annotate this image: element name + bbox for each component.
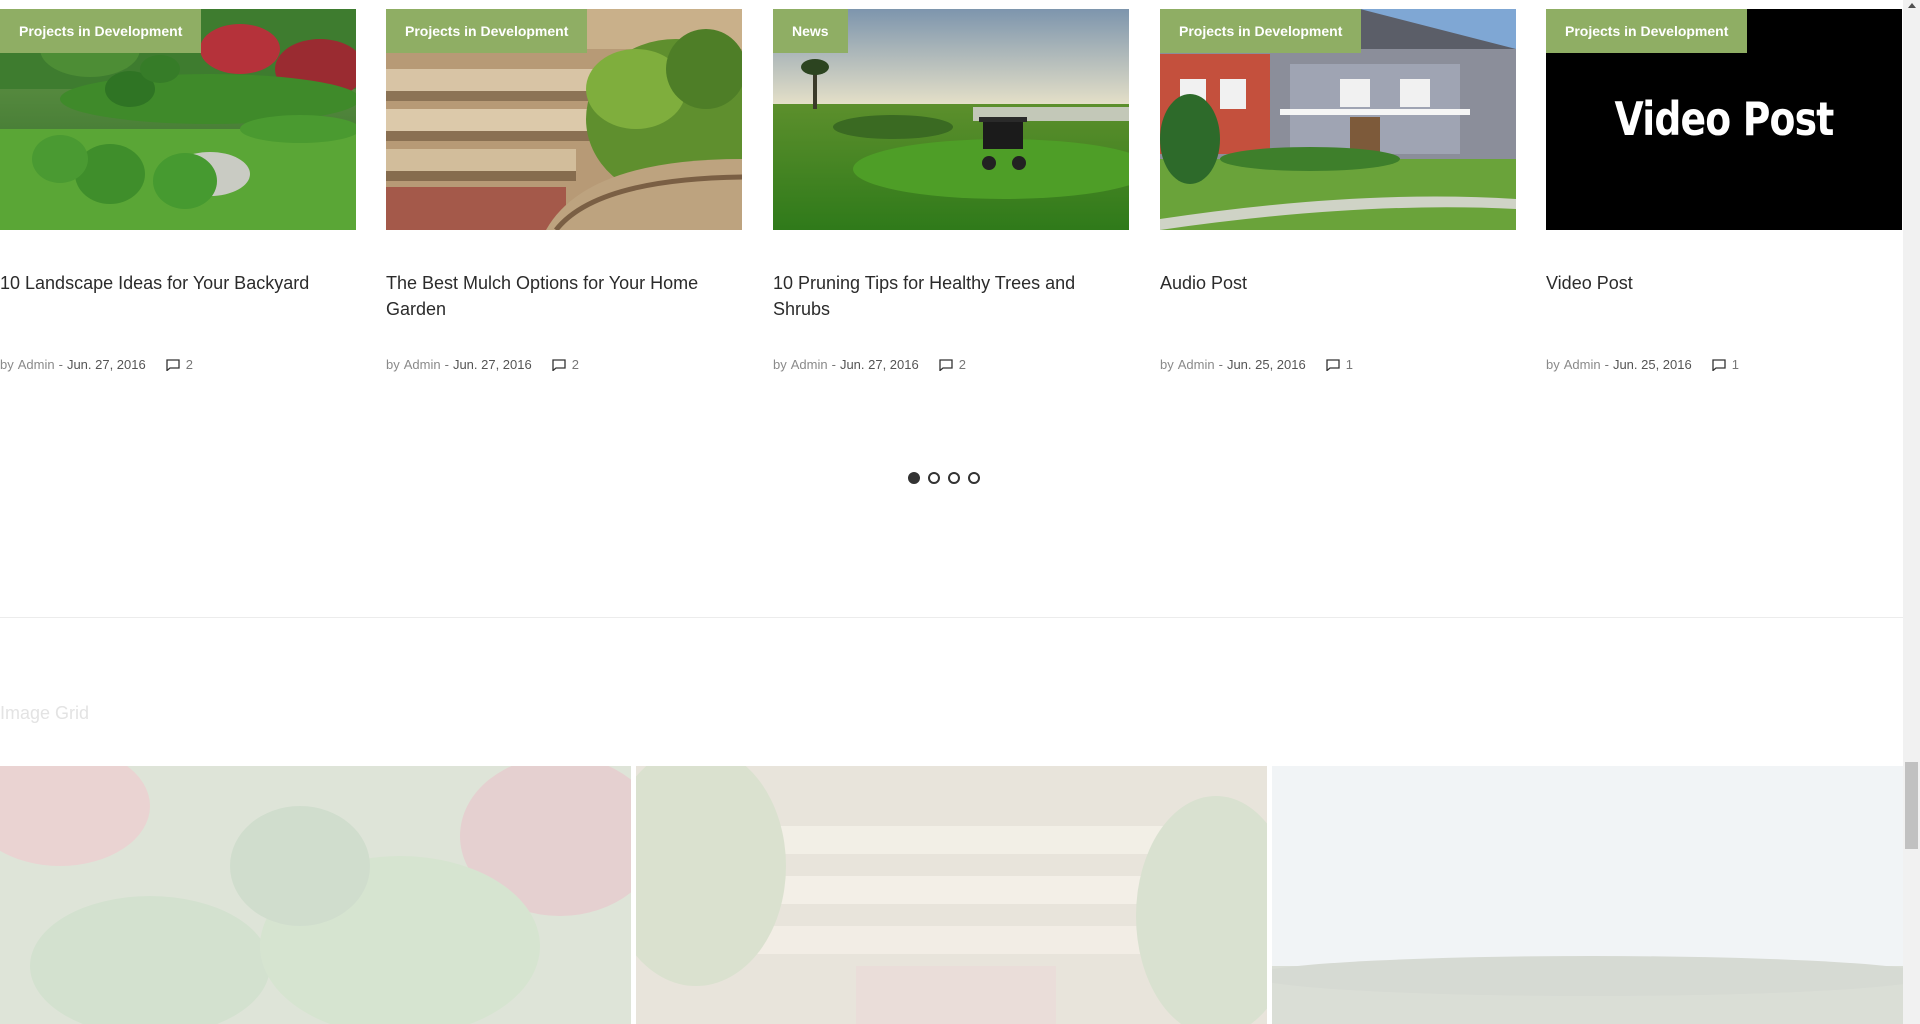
post-card: Projects in Development xyxy=(0,9,356,372)
meta-separator: - xyxy=(58,357,63,372)
post-meta: by Admin - Jun. 27, 2016 2 xyxy=(386,357,742,372)
meta-separator: - xyxy=(444,357,449,372)
comment-count[interactable]: 2 xyxy=(186,357,193,372)
image-grid xyxy=(0,766,1903,1024)
meta-by-label: by xyxy=(1546,357,1560,372)
meta-author[interactable]: Admin xyxy=(791,357,828,372)
post-title[interactable]: The Best Mulch Options for Your Home Gar… xyxy=(386,270,742,322)
comment-bubble-icon[interactable] xyxy=(1326,358,1340,371)
meta-by-label: by xyxy=(386,357,400,372)
category-badge[interactable]: News xyxy=(773,9,848,53)
grid-image-landscape[interactable] xyxy=(1272,766,1903,1024)
comment-count[interactable]: 1 xyxy=(1732,357,1739,372)
scroll-up-arrow-icon[interactable] xyxy=(1908,3,1916,8)
meta-by-label: by xyxy=(0,357,14,372)
meta-author[interactable]: Admin xyxy=(1178,357,1215,372)
category-badge[interactable]: Projects in Development xyxy=(1546,9,1748,53)
page-scrollbar[interactable] xyxy=(1903,0,1920,1024)
meta-separator: - xyxy=(1218,357,1223,372)
garden-steps-image xyxy=(636,766,1267,1024)
grid-image-steps[interactable] xyxy=(636,766,1267,1024)
post-meta: by Admin - Jun. 25, 2016 1 xyxy=(1546,357,1902,372)
post-thumbnail[interactable]: Projects in Development xyxy=(0,9,356,230)
carousel-pagination xyxy=(908,472,980,484)
meta-separator: - xyxy=(831,357,836,372)
pagination-dot-2[interactable] xyxy=(928,472,940,484)
post-meta: by Admin - Jun. 27, 2016 2 xyxy=(0,357,356,372)
category-badge[interactable]: Projects in Development xyxy=(1160,9,1362,53)
scroll-thumb[interactable] xyxy=(1905,762,1918,849)
meta-date[interactable]: Jun. 27, 2016 xyxy=(67,357,146,372)
meta-date[interactable]: Jun. 27, 2016 xyxy=(840,357,919,372)
post-meta: by Admin - Jun. 27, 2016 2 xyxy=(773,357,1129,372)
post-card: News 10 Pruning Tips for Healthy Trees a… xyxy=(773,9,1129,372)
post-thumbnail[interactable]: Projects in Development Video Post xyxy=(1546,9,1902,230)
post-card: Projects in Development xyxy=(386,9,742,372)
page: Projects in Development 10 Landscape Ide… xyxy=(0,0,1920,1024)
meta-author[interactable]: Admin xyxy=(18,357,55,372)
image-grid-title: Image Grid xyxy=(0,703,90,723)
post-title[interactable]: Video Post xyxy=(1546,270,1902,322)
comment-bubble-icon[interactable] xyxy=(1712,358,1726,371)
meta-by-label: by xyxy=(1160,357,1174,372)
meta-by-label: by xyxy=(773,357,787,372)
pagination-dot-4[interactable] xyxy=(968,472,980,484)
post-card: Projects in Development xyxy=(1160,9,1516,372)
post-thumbnail[interactable]: News xyxy=(773,9,1129,230)
category-badge[interactable]: Projects in Development xyxy=(0,9,202,53)
meta-date[interactable]: Jun. 27, 2016 xyxy=(453,357,532,372)
comment-count[interactable]: 2 xyxy=(959,357,966,372)
section-divider xyxy=(0,617,1903,618)
category-badge[interactable]: Projects in Development xyxy=(386,9,588,53)
post-meta: by Admin - Jun. 25, 2016 1 xyxy=(1160,357,1516,372)
post-card: Projects in Development Video Post Video… xyxy=(1546,9,1902,372)
comment-bubble-icon[interactable] xyxy=(166,358,180,371)
comment-count[interactable]: 2 xyxy=(572,357,579,372)
pagination-dot-3[interactable] xyxy=(948,472,960,484)
topiary-garden-image xyxy=(0,766,631,1024)
blog-carousel: Projects in Development 10 Landscape Ide… xyxy=(0,9,1903,389)
meta-date[interactable]: Jun. 25, 2016 xyxy=(1227,357,1306,372)
meta-date[interactable]: Jun. 25, 2016 xyxy=(1613,357,1692,372)
post-title[interactable]: Audio Post xyxy=(1160,270,1516,322)
open-landscape-image xyxy=(1272,766,1903,1024)
post-thumbnail[interactable]: Projects in Development xyxy=(386,9,742,230)
post-thumbnail[interactable]: Projects in Development xyxy=(1160,9,1516,230)
grid-image-topiary[interactable] xyxy=(0,766,631,1024)
comment-bubble-icon[interactable] xyxy=(939,358,953,371)
comment-bubble-icon[interactable] xyxy=(552,358,566,371)
meta-author[interactable]: Admin xyxy=(1564,357,1601,372)
meta-author[interactable]: Admin xyxy=(404,357,441,372)
comment-count[interactable]: 1 xyxy=(1346,357,1353,372)
post-title[interactable]: 10 Landscape Ideas for Your Backyard xyxy=(0,270,356,322)
post-title[interactable]: 10 Pruning Tips for Healthy Trees and Sh… xyxy=(773,270,1129,322)
meta-separator: - xyxy=(1604,357,1609,372)
pagination-dot-1[interactable] xyxy=(908,472,920,484)
